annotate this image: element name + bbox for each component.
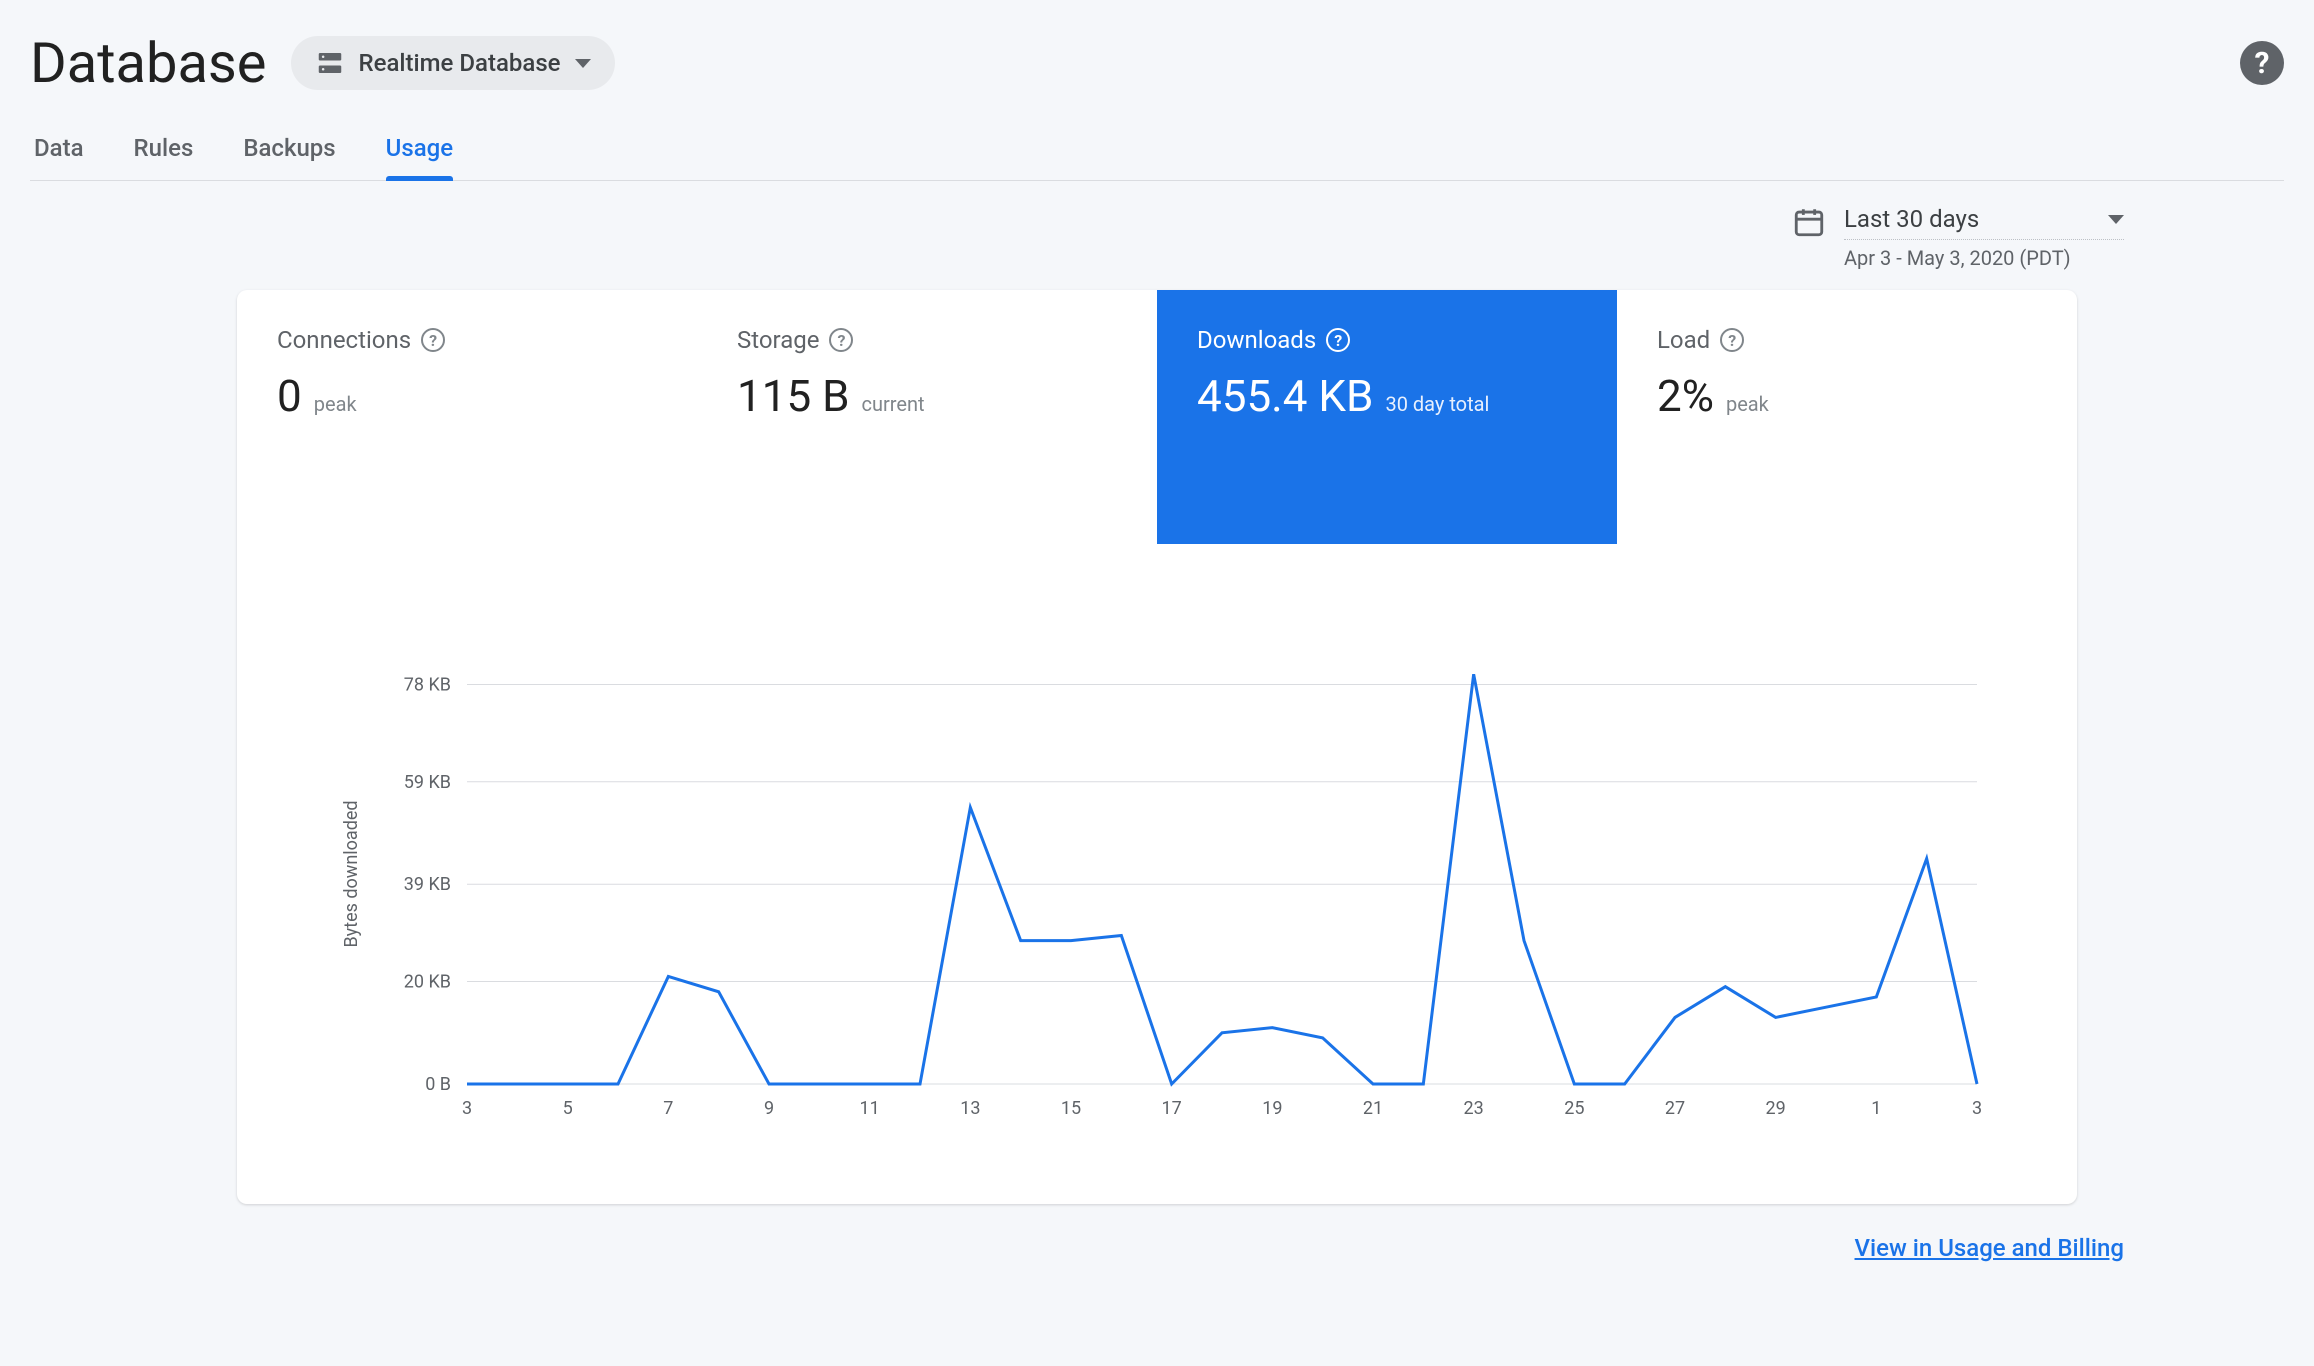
- chevron-down-icon: [575, 59, 591, 68]
- help-icon[interactable]: ?: [1326, 328, 1350, 352]
- downloads-chart: 0 B 20 KB 39 KB 59 KB 78 KB Bytes downloaded 3…: [297, 604, 2017, 1144]
- svg-text:25: 25: [1564, 1098, 1584, 1119]
- date-range-value: Apr 3 - May 3, 2020 (PDT): [1844, 246, 2124, 270]
- metric-connections[interactable]: Connections ? 0 peak: [237, 290, 697, 544]
- usage-card: Connections ? 0 peak Storage ? 115 B cur…: [237, 290, 2077, 1204]
- tabs: Data Rules Backups Usage: [30, 124, 2284, 181]
- svg-text:19: 19: [1262, 1098, 1282, 1119]
- svg-text:29: 29: [1766, 1098, 1786, 1119]
- help-button[interactable]: ?: [2240, 41, 2284, 85]
- metric-load[interactable]: Load ? 2% peak: [1617, 290, 2077, 544]
- svg-text:11: 11: [860, 1098, 880, 1119]
- svg-text:Bytes downloaded: Bytes downloaded: [341, 800, 362, 947]
- calendar-icon: [1792, 205, 1826, 239]
- svg-text:59 KB: 59 KB: [404, 772, 451, 793]
- database-selector-label: Realtime Database: [359, 49, 561, 77]
- svg-text:39 KB: 39 KB: [404, 874, 451, 895]
- metric-title: Storage: [737, 326, 819, 354]
- metric-value: 2%: [1657, 370, 1714, 422]
- svg-text:5: 5: [563, 1098, 573, 1119]
- svg-text:21: 21: [1363, 1098, 1383, 1119]
- date-range-picker[interactable]: Last 30 days Apr 3 - May 3, 2020 (PDT): [1792, 205, 2124, 270]
- metric-title: Connections: [277, 326, 411, 354]
- tab-backups[interactable]: Backups: [243, 124, 335, 180]
- tab-usage[interactable]: Usage: [386, 124, 453, 180]
- tab-rules[interactable]: Rules: [134, 124, 194, 180]
- svg-text:3: 3: [462, 1098, 472, 1119]
- metric-title: Downloads: [1197, 326, 1316, 354]
- metric-value: 0: [277, 370, 302, 422]
- svg-text:9: 9: [764, 1098, 774, 1119]
- svg-text:27: 27: [1665, 1098, 1685, 1119]
- help-icon[interactable]: ?: [421, 328, 445, 352]
- metric-value: 455.4 KB: [1197, 370, 1373, 422]
- svg-text:15: 15: [1061, 1098, 1081, 1119]
- date-range-label: Last 30 days: [1844, 205, 1979, 233]
- metric-sub: peak: [1726, 392, 1769, 416]
- metric-downloads[interactable]: Downloads ? 455.4 KB 30 day total: [1157, 290, 1617, 544]
- metric-sub: 30 day total: [1385, 392, 1489, 416]
- svg-text:0 B: 0 B: [425, 1074, 451, 1095]
- view-usage-billing-link[interactable]: View in Usage and Billing: [1855, 1234, 2124, 1262]
- metric-title: Load: [1657, 326, 1710, 354]
- help-icon[interactable]: ?: [829, 328, 853, 352]
- svg-text:23: 23: [1464, 1098, 1484, 1119]
- chevron-down-icon: [2108, 215, 2124, 224]
- tab-data[interactable]: Data: [34, 124, 84, 180]
- database-icon: [315, 48, 345, 78]
- svg-text:3: 3: [1972, 1098, 1982, 1119]
- question-icon: ?: [2255, 46, 2270, 81]
- database-selector[interactable]: Realtime Database: [291, 36, 615, 90]
- svg-text:78 KB: 78 KB: [404, 674, 451, 695]
- metric-sub: current: [862, 392, 925, 416]
- svg-text:17: 17: [1162, 1098, 1182, 1119]
- metric-storage[interactable]: Storage ? 115 B current: [697, 290, 1157, 544]
- svg-text:1: 1: [1871, 1098, 1881, 1119]
- metric-value: 115 B: [737, 370, 850, 422]
- svg-text:7: 7: [663, 1098, 673, 1119]
- metric-sub: peak: [314, 392, 357, 416]
- page-title: Database: [30, 30, 267, 96]
- help-icon[interactable]: ?: [1720, 328, 1744, 352]
- svg-text:13: 13: [960, 1098, 980, 1119]
- svg-text:20 KB: 20 KB: [404, 972, 451, 993]
